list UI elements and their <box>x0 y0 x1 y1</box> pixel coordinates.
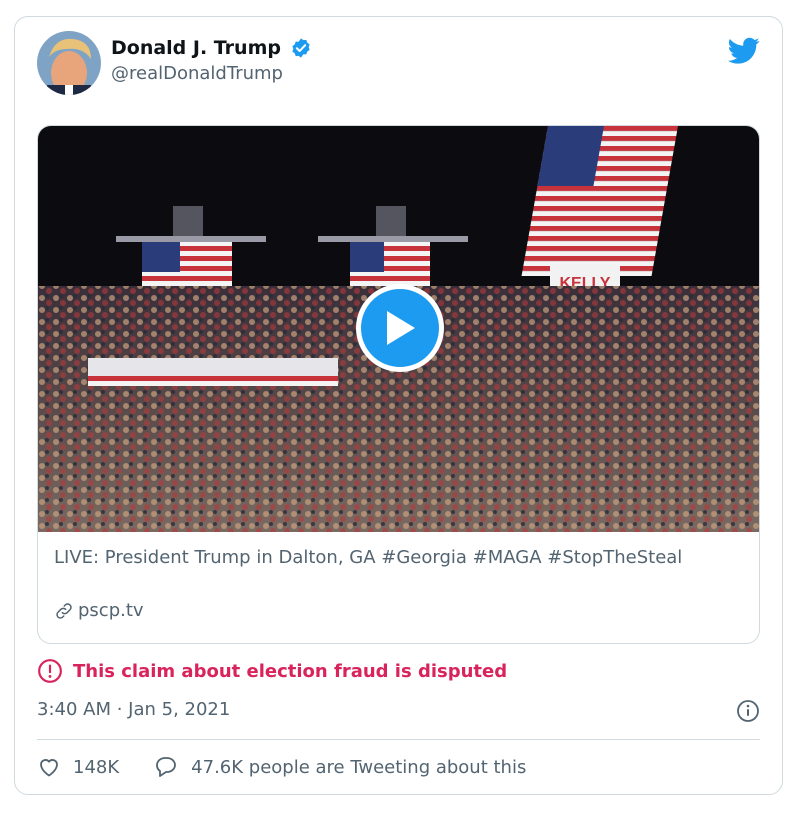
info-icon[interactable] <box>736 699 760 723</box>
exclamation-circle-icon <box>38 659 62 683</box>
link-domain-text: pscp.tv <box>78 600 144 621</box>
verified-badge-icon <box>292 38 310 58</box>
like-button[interactable]: 148K <box>37 755 119 779</box>
twitter-bird-icon[interactable] <box>728 37 760 65</box>
tweet-card[interactable]: Donald J. Trump @realDonaldTrump KELLY L… <box>14 16 783 795</box>
disputed-claim-text: This claim about election fraud is dispu… <box>73 660 508 682</box>
tweet-timestamp[interactable]: 3:40 AM · Jan 5, 2021 <box>37 699 230 720</box>
conversation-link[interactable]: 47.6K people are Tweeting about this <box>153 755 526 779</box>
author-display-name[interactable]: Donald J. Trump <box>111 37 281 59</box>
link-domain[interactable]: pscp.tv <box>54 600 144 621</box>
conversation-text: 47.6K people are Tweeting about this <box>191 756 527 778</box>
link-icon <box>56 602 72 619</box>
tweet-actions: 148K 47.6K people are Tweeting about thi… <box>37 755 526 779</box>
avatar-image <box>37 31 101 95</box>
like-count: 148K <box>73 756 120 778</box>
author-handle[interactable]: @realDonaldTrump <box>111 63 312 84</box>
play-icon <box>387 311 415 345</box>
disputed-claim-label[interactable]: This claim about election fraud is dispu… <box>37 658 507 684</box>
media-link-card[interactable]: KELLY LIVE: President Trump in Dalton, G… <box>37 125 760 644</box>
speech-bubble-icon <box>156 757 177 777</box>
link-title[interactable]: LIVE: President Trump in Dalton, GA #Geo… <box>54 544 734 571</box>
divider <box>37 739 760 740</box>
heart-icon <box>40 759 58 777</box>
play-button[interactable] <box>356 284 444 372</box>
avatar[interactable] <box>37 31 101 95</box>
